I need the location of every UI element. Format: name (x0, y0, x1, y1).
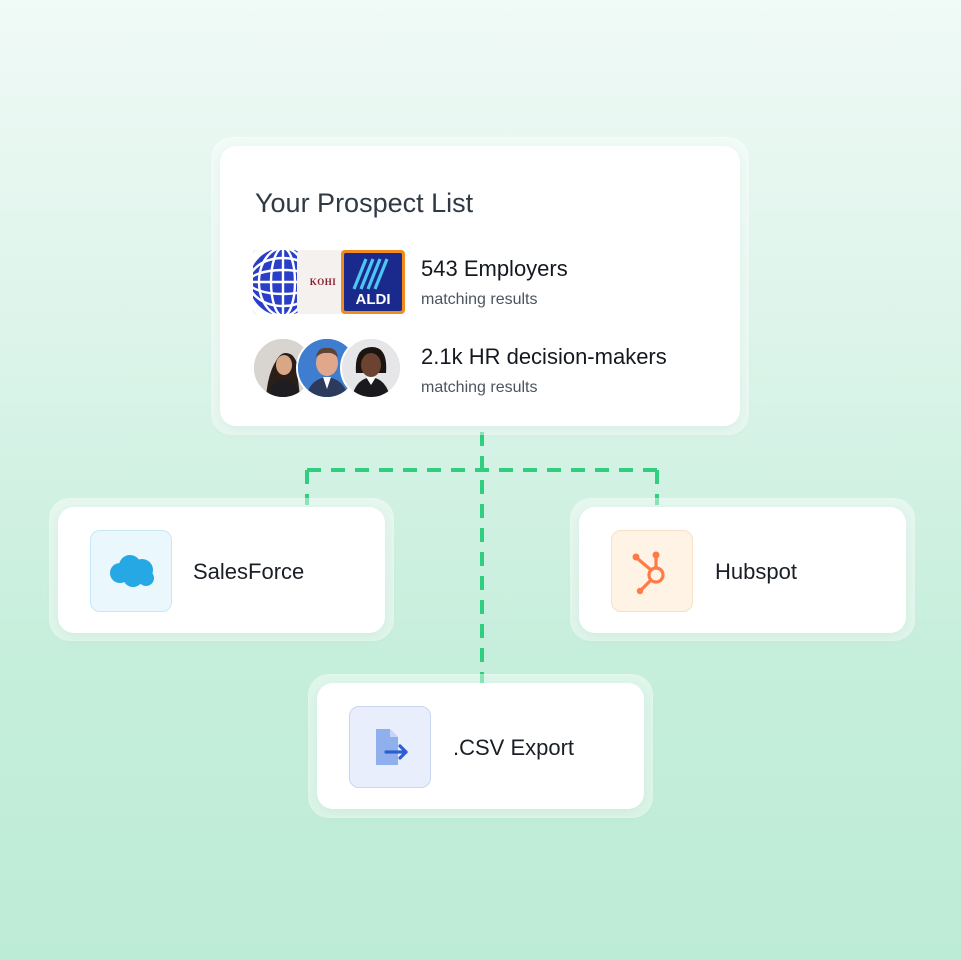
csv-icon-box (349, 706, 431, 788)
diagram-canvas: Your Prospect List KOHI ALDI 543 Employe… (0, 0, 961, 960)
decision-makers-sub: matching results (421, 379, 538, 396)
salesforce-label: SalesForce (193, 559, 305, 584)
salesforce-icon-box (90, 530, 172, 612)
csv-export-label: .CSV Export (453, 735, 575, 760)
csv-export-destination-card[interactable]: .CSV Export (317, 683, 644, 809)
hubspot-label: Hubspot (715, 559, 797, 584)
hubspot-destination-card[interactable]: Hubspot (579, 507, 906, 633)
salesforce-cloud-icon (110, 555, 154, 587)
kohls-logo-text: KOHI (309, 277, 337, 287)
hubspot-sprocket-icon (632, 551, 665, 595)
hubspot-icon-box (611, 530, 693, 612)
aldi-logo: ALDI (341, 250, 405, 314)
employers-count: 543 Employers (421, 256, 568, 281)
file-export-icon (376, 729, 408, 765)
aldi-logo-text: ALDI (355, 291, 391, 308)
decision-makers-count: 2.1k HR decision-makers (421, 344, 667, 369)
prospect-list-title: Your Prospect List (255, 188, 474, 218)
aldi-stripes-icon (352, 258, 389, 290)
prospect-list-card: Your Prospect List KOHI ALDI 543 Employe… (220, 146, 740, 426)
employers-sub: matching results (421, 291, 538, 308)
salesforce-destination-card[interactable]: SalesForce (58, 507, 385, 633)
avatar (340, 337, 402, 399)
